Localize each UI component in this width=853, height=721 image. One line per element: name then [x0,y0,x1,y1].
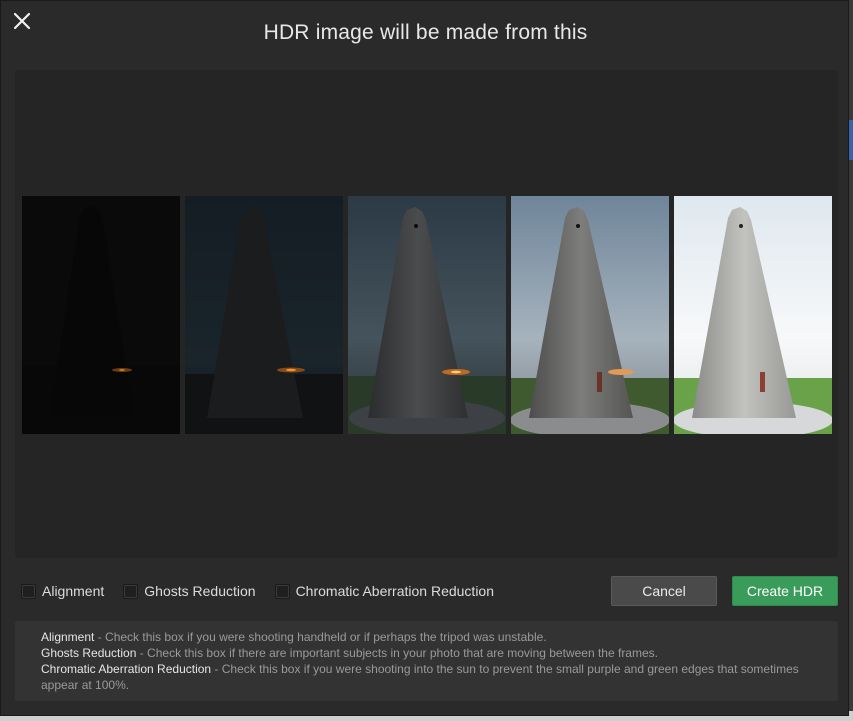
thumbnail-exposure-1 [22,196,180,434]
thumbnail-exposure-4 [511,196,669,434]
help-ghosts-term: Ghosts Reduction [41,646,137,660]
alignment-label: Alignment [42,583,105,599]
help-ghosts: Ghosts Reduction - Check this box if the… [41,645,812,661]
thumbnail-exposure-2 [185,196,343,434]
options-row: Alignment Ghosts Reduction Chromatic Abe… [21,583,513,599]
thumbnail-strip [22,196,832,434]
help-panel: Alignment - Check this box if you were s… [15,621,838,701]
preview-area [15,70,838,558]
create-hdr-button[interactable]: Create HDR [732,576,838,606]
alignment-checkbox[interactable] [21,583,36,599]
ghosts-reduction-option[interactable]: Ghosts Reduction [123,583,256,599]
ghosts-reduction-checkbox[interactable] [123,583,139,599]
dialog-title: HDR image will be made from this [263,21,588,44]
help-alignment: Alignment - Check this box if you were s… [41,629,812,645]
help-alignment-term: Alignment [41,630,95,644]
help-alignment-text: - Check this box if you were shooting ha… [94,630,547,644]
chromatic-aberration-option[interactable]: Chromatic Aberration Reduction [274,583,494,599]
cancel-button[interactable]: Cancel [611,576,717,606]
chromatic-aberration-checkbox[interactable] [274,583,290,599]
chromatic-aberration-label: Chromatic Aberration Reduction [295,583,494,599]
help-ghosts-text: - Check this box if there are important … [136,646,658,660]
thumbnail-exposure-5 [674,196,832,434]
help-chromatic: Chromatic Aberration Reduction - Check t… [41,661,812,693]
help-chromatic-term: Chromatic Aberration Reduction [41,662,212,676]
hdr-dialog: HDR image will be made from this Alignme… [0,0,849,716]
alignment-option[interactable]: Alignment [21,583,104,599]
ghosts-reduction-label: Ghosts Reduction [144,583,256,599]
thumbnail-exposure-3 [348,196,506,434]
